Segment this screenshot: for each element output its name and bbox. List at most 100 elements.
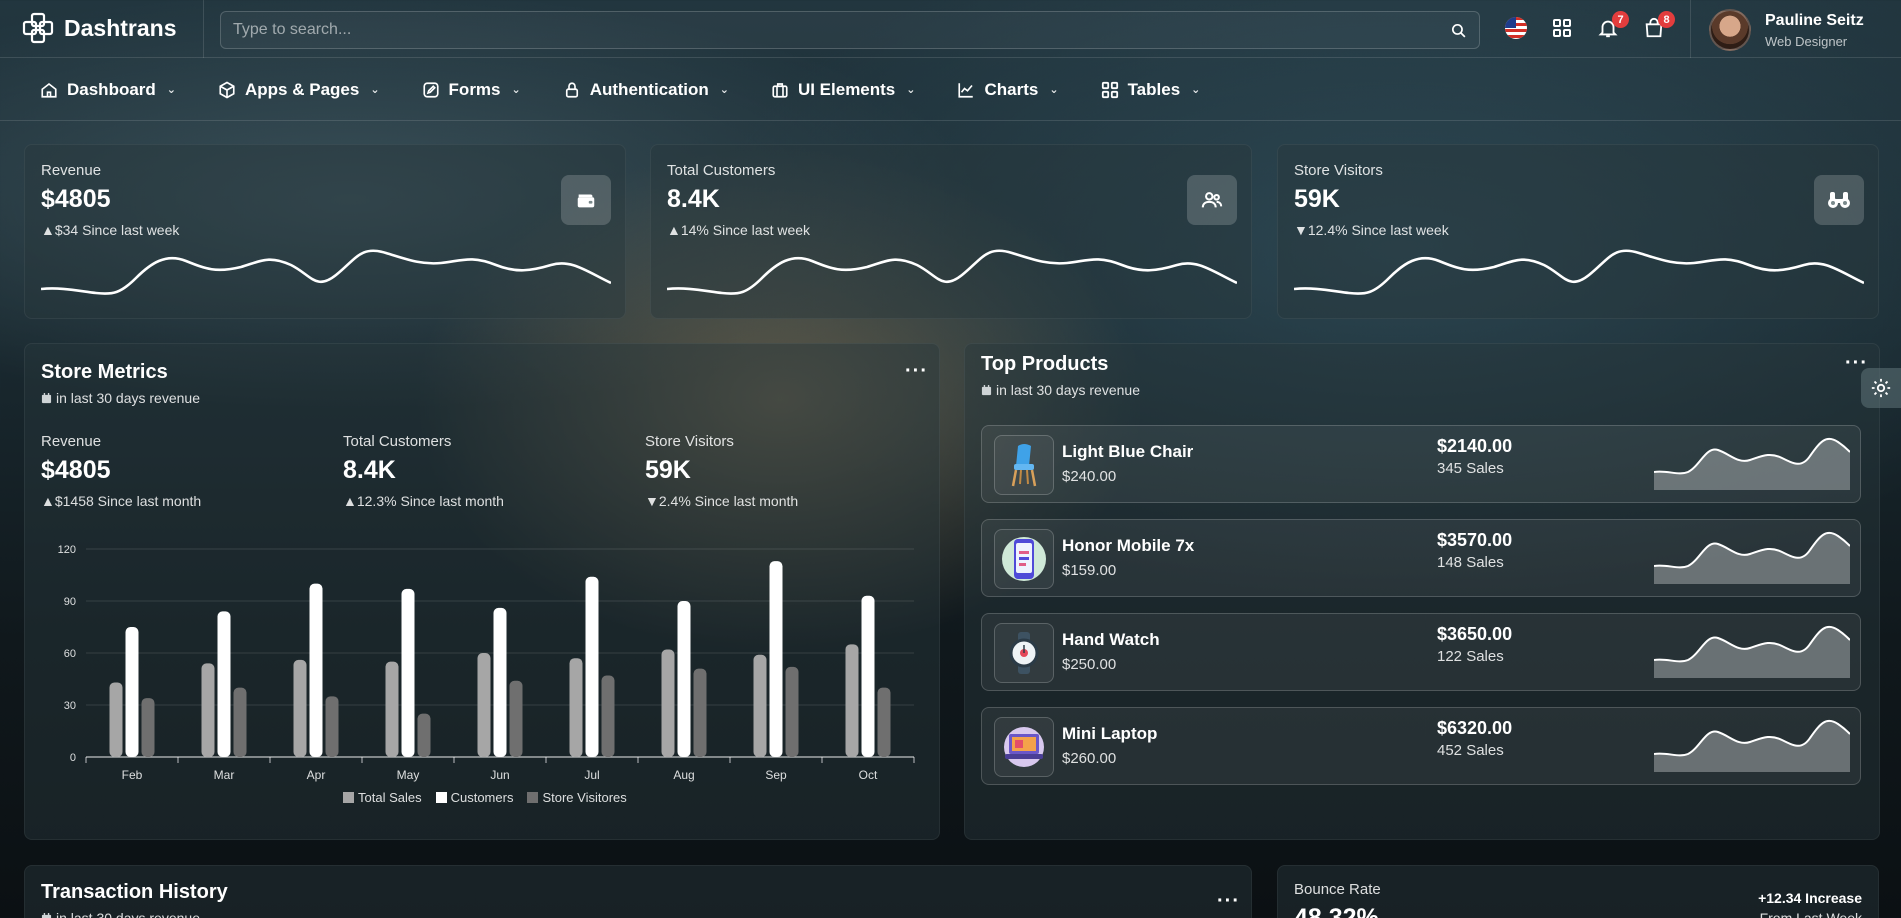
x-tick-label: May <box>397 768 420 782</box>
x-tick-label: Jul <box>584 768 599 782</box>
bar-total-sales <box>477 653 491 757</box>
search-icon[interactable] <box>1450 22 1467 39</box>
bar-total-sales <box>293 659 307 757</box>
legend-item-total-sales[interactable]: Total Sales <box>343 790 422 805</box>
stat-label: Bounce Rate <box>1294 881 1381 898</box>
notification-bell[interactable]: 7 <box>1595 11 1629 42</box>
bar-total-sales <box>845 644 859 757</box>
bar-store-visitores <box>141 698 155 757</box>
nav-authentication[interactable]: Authentication ⌄ <box>563 80 729 100</box>
user-name: Pauline Seitz <box>1765 11 1864 29</box>
card-subtitle: in last 30 days revenue <box>41 910 228 918</box>
more-options-icon[interactable]: ··· <box>905 361 928 381</box>
product-total: $3570.00 <box>1437 530 1513 550</box>
cart-button[interactable]: 8 <box>1641 11 1675 42</box>
store-metrics-bar-chart: 0 30 60 90 120 Feb Mar Apr May Jun Jul Aug Sep Oct <box>58 544 915 782</box>
x-tick-label: Mar <box>214 768 235 782</box>
chevron-down-icon: ⌄ <box>719 84 729 96</box>
bar-store-visitores <box>877 687 891 757</box>
nav-label: Forms <box>448 79 501 99</box>
product-row[interactable]: Light Blue Chair $240.00 $2140.00 345 Sa… <box>981 425 1861 503</box>
settings-tab[interactable] <box>1861 368 1901 408</box>
product-sales: 148 Sales <box>1437 554 1504 571</box>
user-role: Web Designer <box>1765 33 1848 49</box>
product-name: Light Blue Chair <box>1062 442 1194 461</box>
bounce-change-sub: From Last Week <box>1759 910 1862 918</box>
stat-icon-box <box>1814 175 1864 225</box>
visitors-sparkline <box>1294 249 1864 295</box>
bar-customers <box>125 627 139 757</box>
nav-ui-elements[interactable]: UI Elements ⌄ <box>771 80 916 100</box>
top-bar: Dashtrans 7 <box>0 0 1901 58</box>
x-tick-label: Aug <box>673 768 694 782</box>
product-row[interactable]: Mini Laptop $260.00 $6320.00 452 Sales <box>981 707 1861 785</box>
y-tick-label: 0 <box>70 752 76 764</box>
wallet-icon <box>577 194 595 208</box>
y-tick-label: 90 <box>64 596 76 608</box>
bar-store-visitores <box>325 696 339 757</box>
nav-apps-pages[interactable]: Apps & Pages ⌄ <box>218 80 380 100</box>
stat-label: Total Customers <box>667 162 776 179</box>
customers-sparkline <box>667 249 1237 295</box>
main-nav: Dashboard ⌄ Apps & Pages ⌄ Forms ⌄ Authe… <box>0 59 1901 121</box>
chevron-down-icon: ⌄ <box>906 84 916 96</box>
divider <box>203 0 204 58</box>
bar-customers <box>217 611 231 757</box>
bar-customers <box>585 576 599 757</box>
search-bar[interactable] <box>220 11 1480 49</box>
product-sales: 345 Sales <box>1437 460 1504 477</box>
nav-forms[interactable]: Forms ⌄ <box>422 80 521 100</box>
product-sparkline <box>1654 625 1850 678</box>
stat-card-customers: Total Customers 8.4K ▲14% Since last wee… <box>650 144 1252 319</box>
user-menu[interactable]: Pauline Seitz Web Designer <box>1709 9 1864 51</box>
top-actions: 7 8 <box>1503 11 1675 42</box>
card-subtitle: in last 30 days revenue <box>981 382 1140 398</box>
bar-total-sales <box>661 649 675 757</box>
bar-total-sales <box>109 682 123 757</box>
nav-charts[interactable]: Charts ⌄ <box>957 80 1059 100</box>
laptop-icon <box>1004 727 1044 767</box>
bar-customers <box>769 561 783 757</box>
more-options-icon[interactable]: ··· <box>1845 353 1868 373</box>
bar-store-visitores <box>785 666 799 757</box>
product-price: $159.00 <box>1062 562 1117 579</box>
chair-icon <box>1011 444 1037 487</box>
bar-customers <box>493 607 507 757</box>
search-input[interactable] <box>233 21 1450 39</box>
arrow-up-icon: ▲ <box>41 493 55 509</box>
product-name: Honor Mobile 7x <box>1062 536 1195 555</box>
product-name: Mini Laptop <box>1062 724 1158 743</box>
product-price: $260.00 <box>1062 750 1117 767</box>
more-options-icon[interactable]: ··· <box>1217 891 1240 911</box>
product-name: Hand Watch <box>1062 630 1160 649</box>
y-tick-label: 60 <box>64 648 76 660</box>
bar-customers <box>401 588 415 757</box>
stat-value: 48.32% <box>1294 904 1379 918</box>
lock-icon <box>565 82 578 98</box>
bar-customers <box>309 583 323 757</box>
brand[interactable]: Dashtrans <box>22 12 176 44</box>
avatar[interactable] <box>1709 9 1751 51</box>
legend-item-store-visitors[interactable]: Store Visitores <box>527 790 627 805</box>
nav-label: Dashboard <box>67 79 156 99</box>
stat-label: Revenue <box>41 162 102 179</box>
bar-store-visitores <box>693 668 707 757</box>
cart-badge: 8 <box>1658 11 1675 28</box>
x-tick-label: Feb <box>122 768 143 782</box>
bar-store-visitores <box>233 687 247 757</box>
stat-icon-box <box>561 175 611 225</box>
apps-grid-icon[interactable] <box>1549 14 1575 42</box>
nav-tables[interactable]: Tables ⌄ <box>1101 80 1200 100</box>
y-tick-label: 30 <box>64 700 76 712</box>
bar-store-visitores <box>601 675 615 757</box>
language-flag-icon[interactable] <box>1503 14 1529 42</box>
product-row[interactable]: Hand Watch $250.00 $3650.00 122 Sales <box>981 613 1861 691</box>
legend-item-customers[interactable]: Customers <box>435 790 513 805</box>
chevron-down-icon: ⌄ <box>166 84 177 96</box>
product-total: $3650.00 <box>1437 624 1513 644</box>
calendar-icon <box>981 384 992 395</box>
nav-dashboard[interactable]: Dashboard ⌄ <box>40 80 176 100</box>
brand-logo-icon <box>22 12 54 44</box>
bounce-rate-card: Bounce Rate 48.32% +12.34 Increase From … <box>1277 865 1879 918</box>
product-row[interactable]: Honor Mobile 7x $159.00 $3570.00 148 Sal… <box>981 519 1861 597</box>
